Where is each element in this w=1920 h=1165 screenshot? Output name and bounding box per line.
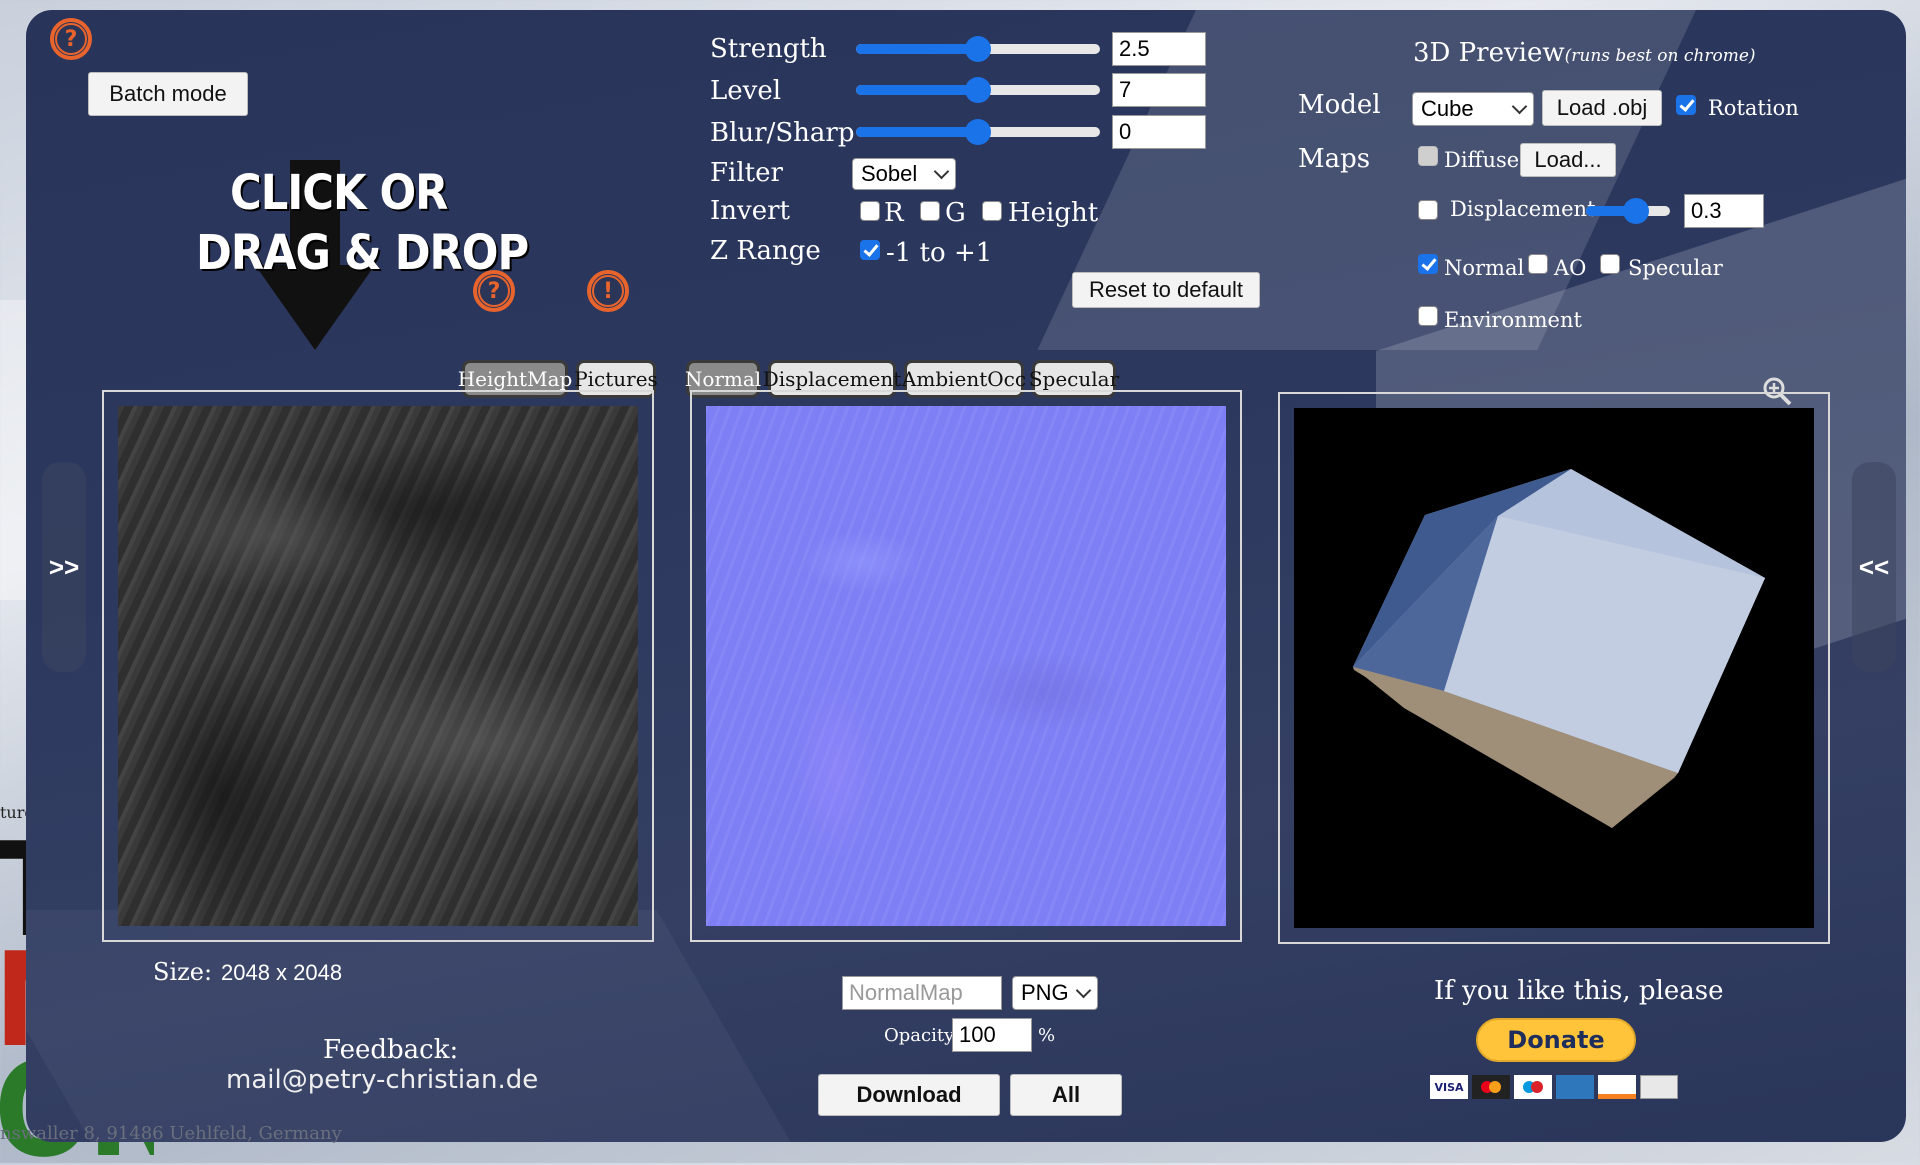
heightmap-frame[interactable] xyxy=(102,390,654,942)
batch-mode-button[interactable]: Batch mode xyxy=(88,72,248,116)
opacity-input[interactable]: 100 xyxy=(952,1018,1032,1052)
diffuse-load-button[interactable]: Load... xyxy=(1520,143,1616,177)
preview-subtitle: (runs best on chrome) xyxy=(1564,46,1756,66)
feedback-email-link[interactable]: mail@petry-christian.de xyxy=(226,1065,538,1095)
invert-r-checkbox[interactable] xyxy=(860,201,880,221)
drop-text-line2: DRAG & DROP xyxy=(196,225,529,281)
rotation-checkbox[interactable] xyxy=(1676,95,1696,115)
drop-zone[interactable]: CLICK OR DRAG & DROP xyxy=(190,160,529,350)
feedback-label: Feedback: xyxy=(323,1035,459,1065)
level-slider[interactable] xyxy=(856,77,1100,103)
bank-card-icon xyxy=(1640,1075,1678,1099)
mastercard-icon xyxy=(1472,1075,1510,1099)
rotation-label: Rotation xyxy=(1708,96,1799,120)
z-range-option-label: -1 to +1 xyxy=(886,238,993,268)
filter-select-value: Sobel xyxy=(861,161,918,186)
reset-to-default-button[interactable]: Reset to default xyxy=(1072,272,1260,308)
invert-label: Invert xyxy=(710,196,790,226)
expand-left-handle[interactable]: >> xyxy=(42,462,86,672)
donate-text: If you like this, please xyxy=(1434,976,1724,1006)
specular-label: Specular xyxy=(1628,256,1723,280)
z-range-label: Z Range xyxy=(710,236,821,266)
ao-checkbox[interactable] xyxy=(1528,254,1548,274)
invert-height-checkbox[interactable] xyxy=(982,201,1002,221)
blur-sharp-label: Blur/Sharp xyxy=(710,118,855,148)
z-range-checkbox[interactable] xyxy=(860,240,880,260)
donate-button[interactable]: Donate xyxy=(1476,1018,1636,1062)
diffuse-checkbox[interactable] xyxy=(1418,146,1438,166)
maestro-card-icon xyxy=(1514,1075,1552,1099)
maps-label: Maps xyxy=(1298,144,1371,174)
help-icon[interactable]: ? xyxy=(50,18,92,60)
invert-height-label: Height xyxy=(1008,198,1099,228)
displacement-checkbox[interactable] xyxy=(1418,200,1438,220)
environment-label: Environment xyxy=(1444,308,1582,332)
strength-slider[interactable] xyxy=(856,36,1100,62)
opacity-unit: % xyxy=(1038,1025,1056,1046)
collapse-right-handle[interactable]: << xyxy=(1852,462,1896,672)
download-all-button[interactable]: All xyxy=(1010,1074,1122,1116)
invert-g-label: G xyxy=(945,198,966,228)
blur-sharp-input[interactable]: 0 xyxy=(1112,115,1206,149)
normal-map-frame[interactable] xyxy=(690,390,1242,942)
size-label: Size: xyxy=(153,958,213,986)
donate-button-label: Donate xyxy=(1507,1026,1605,1054)
drop-text-line1: CLICK OR xyxy=(230,165,448,221)
visa-card-label: VISA xyxy=(1434,1080,1464,1094)
format-select-value: PNG xyxy=(1021,980,1069,1005)
discover-card-icon xyxy=(1598,1075,1636,1099)
preview-canvas[interactable] xyxy=(1294,408,1814,928)
normal-checkbox[interactable] xyxy=(1418,254,1438,274)
cube-model xyxy=(1353,469,1765,828)
warning-icon[interactable]: ! xyxy=(587,270,629,312)
level-input[interactable]: 7 xyxy=(1112,73,1206,107)
blur-sharp-slider[interactable] xyxy=(856,119,1100,145)
normal-label: Normal xyxy=(1444,256,1525,280)
filename-placeholder: NormalMap xyxy=(849,980,963,1005)
preview-title-text: 3D Preview xyxy=(1413,38,1565,68)
model-select-value: Cube xyxy=(1421,96,1474,121)
heightmap-image xyxy=(118,406,638,926)
displacement-input[interactable]: 0.3 xyxy=(1684,194,1764,228)
invert-r-label: R xyxy=(884,198,904,228)
amex-card-icon xyxy=(1556,1075,1594,1099)
filename-input[interactable]: NormalMap xyxy=(842,976,1002,1010)
chevron-down-icon xyxy=(1511,98,1528,115)
model-label: Model xyxy=(1298,90,1381,120)
filter-select[interactable]: Sobel xyxy=(852,158,956,190)
visa-card-icon: VISA xyxy=(1430,1075,1468,1099)
chevron-down-icon xyxy=(933,163,950,180)
level-label: Level xyxy=(710,76,782,106)
payment-cards: VISA xyxy=(1430,1075,1678,1099)
strength-input[interactable]: 2.5 xyxy=(1112,32,1206,66)
specular-checkbox[interactable] xyxy=(1600,254,1620,274)
displacement-label: Displacement xyxy=(1450,197,1596,221)
load-obj-button[interactable]: Load .obj xyxy=(1542,90,1662,126)
diffuse-label: Diffuse xyxy=(1444,148,1520,172)
chevron-down-icon xyxy=(1075,982,1092,999)
preview-title: 3D Preview(runs best on chrome) xyxy=(1413,38,1756,68)
opacity-label: Opacity xyxy=(884,1025,955,1046)
normal-map-image xyxy=(706,406,1226,926)
environment-checkbox[interactable] xyxy=(1418,306,1438,326)
ao-label: AO xyxy=(1554,256,1587,280)
download-button[interactable]: Download xyxy=(818,1074,1000,1116)
model-select[interactable]: Cube xyxy=(1412,92,1534,126)
invert-g-checkbox[interactable] xyxy=(920,201,940,221)
displacement-slider[interactable] xyxy=(1586,198,1670,224)
preview-frame[interactable] xyxy=(1278,392,1830,944)
address-text: nswaller 8, 91486 Uehlfeld, Germany xyxy=(0,1123,342,1144)
format-select[interactable]: PNG xyxy=(1012,976,1098,1010)
size-value: 2048 x 2048 xyxy=(221,960,343,985)
filter-label: Filter xyxy=(710,158,783,188)
strength-label: Strength xyxy=(710,34,827,64)
help-icon-drop[interactable]: ? xyxy=(473,270,515,312)
